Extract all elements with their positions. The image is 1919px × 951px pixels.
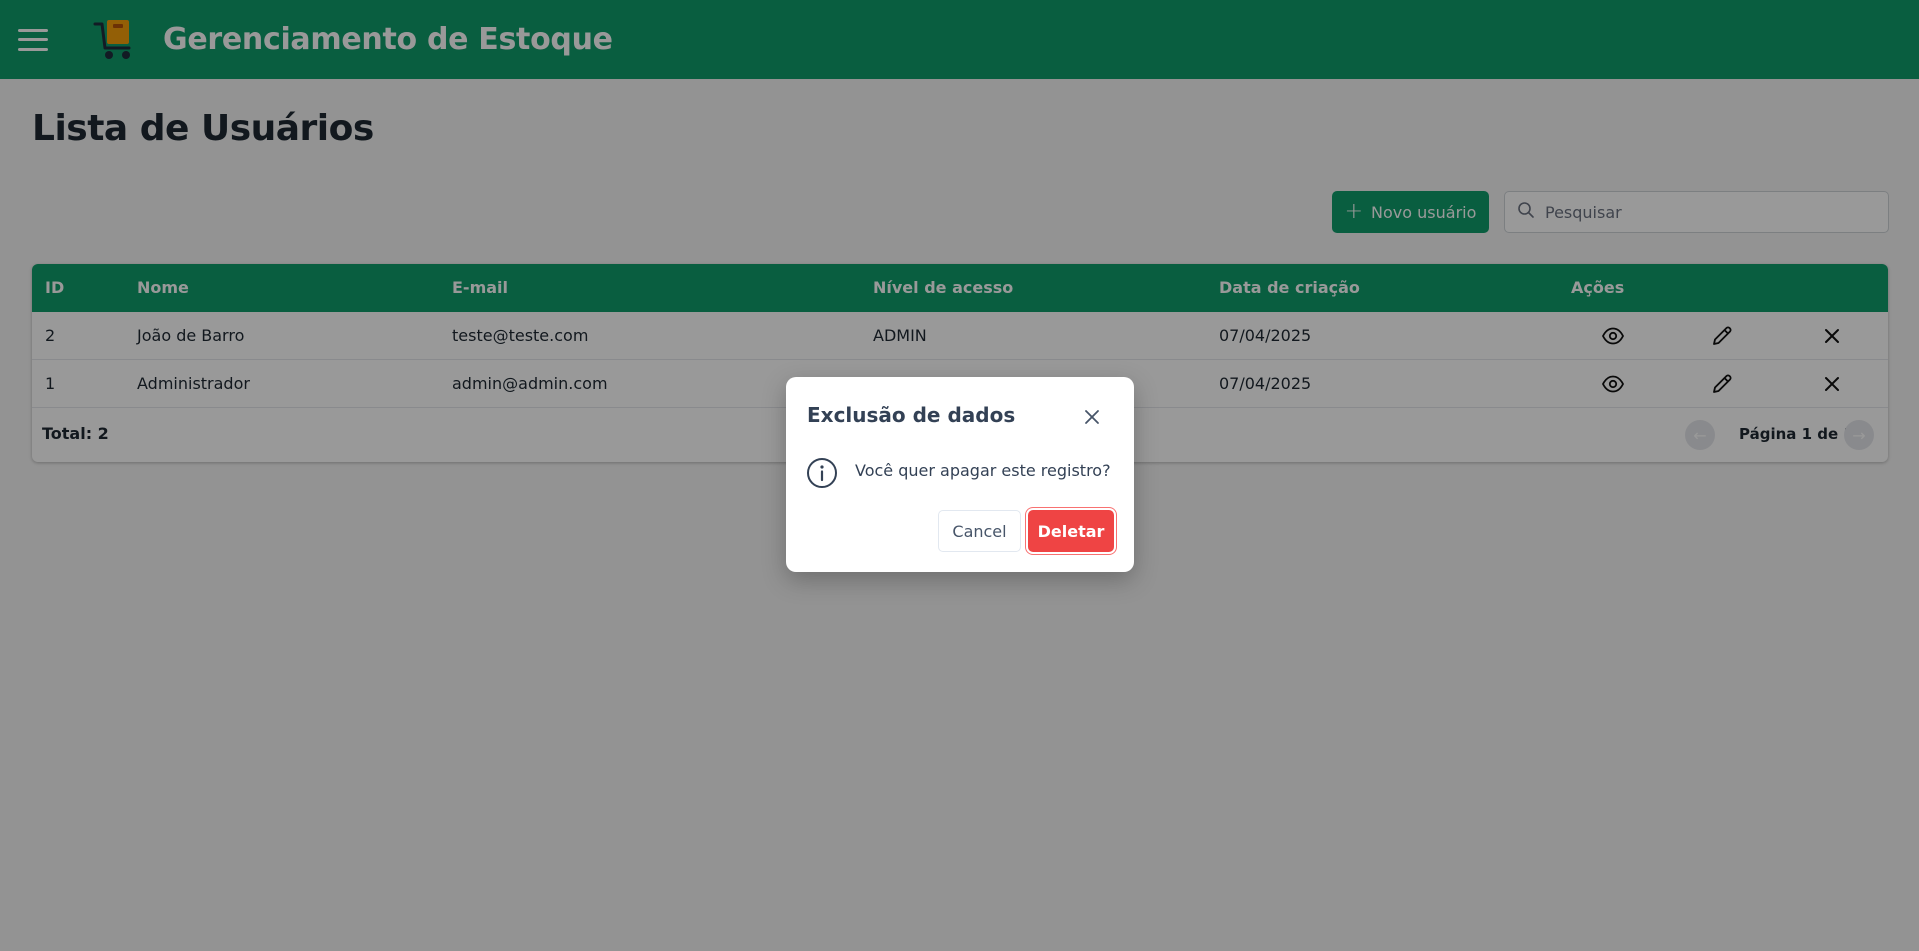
delete-button[interactable]: Deletar [1028,510,1114,552]
dialog-title: Exclusão de dados [807,403,1016,427]
cancel-button[interactable]: Cancel [938,510,1021,552]
dialog-message: Você quer apagar este registro? [855,461,1111,480]
delete-confirm-dialog: Exclusão de dados Você quer apagar este … [786,377,1134,572]
info-icon [806,457,838,489]
close-icon[interactable] [1082,407,1102,427]
